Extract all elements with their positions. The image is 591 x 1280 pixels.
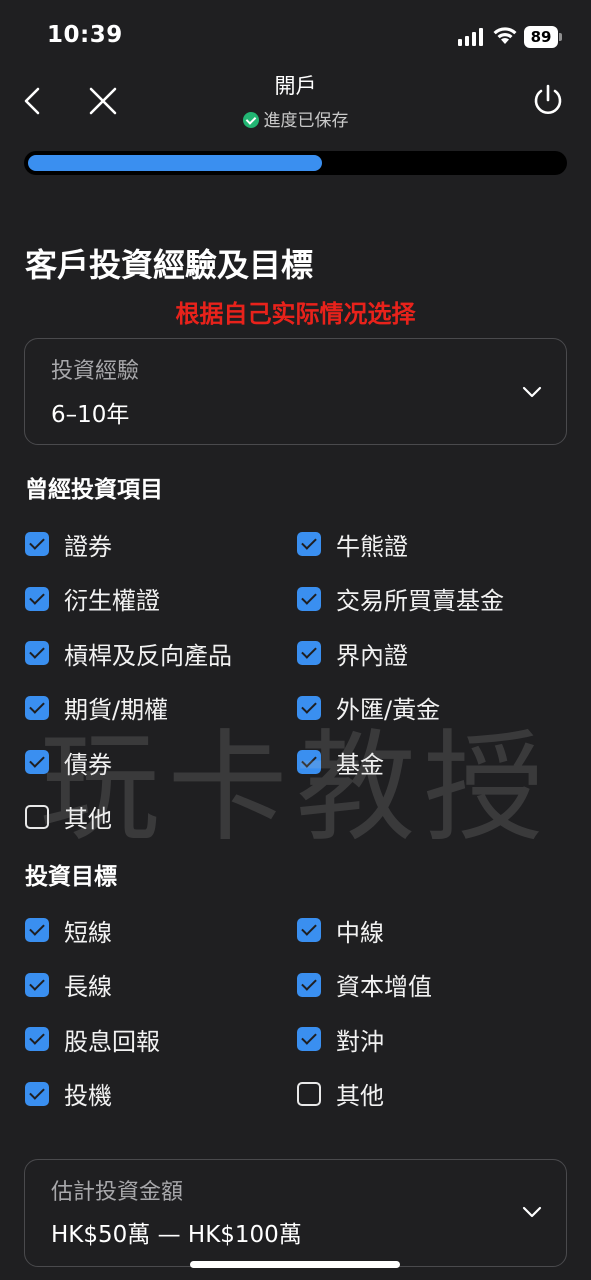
checkbox-option[interactable]: 其他 [25, 799, 112, 835]
checkbox-checked-icon[interactable] [25, 695, 49, 720]
checkbox-checked-icon[interactable] [25, 641, 49, 665]
checkbox-option[interactable]: 股息回報 [25, 1021, 160, 1057]
checkbox-option[interactable]: 長線 [25, 967, 112, 1003]
checkbox-option[interactable]: 槓桿及反向產品 [25, 635, 232, 671]
checkbox-label: 投機 [64, 1082, 112, 1110]
checkbox-option[interactable]: 證券 [25, 526, 112, 562]
page-title: 客戶投資經驗及目標 [25, 246, 314, 284]
checkbox-checked-icon[interactable] [297, 532, 321, 556]
checkbox-option[interactable]: 短線 [25, 912, 112, 948]
checkbox-option[interactable]: 投機 [25, 1076, 112, 1112]
checkbox-empty-icon[interactable] [297, 1081, 321, 1106]
checkbox-label: 短線 [64, 918, 112, 947]
checkbox-label: 長線 [64, 973, 112, 1001]
checkbox-label: 對沖 [336, 1027, 384, 1056]
checkbox-option[interactable]: 其他 [297, 1076, 384, 1112]
status-bar: 10:39 89 [0, 0, 591, 70]
battery-level: 89 [524, 26, 558, 48]
amount-select-value: HK$50萬 — HK$100萬 [51, 1222, 302, 1248]
checkbox-checked-icon[interactable] [297, 586, 321, 611]
checkbox-label: 證券 [64, 532, 112, 561]
checkbox-label: 資本增值 [336, 973, 432, 1001]
checkbox-label: 牛熊證 [336, 532, 408, 561]
checkbox-option[interactable]: 期貨/期權 [25, 690, 168, 726]
checkbox-checked-icon[interactable] [25, 750, 49, 774]
check-circle-icon [242, 112, 259, 128]
checkbox-label: 交易所買賣基金 [336, 587, 504, 615]
cellular-signal-icon [458, 28, 483, 46]
checkbox-label: 其他 [336, 1082, 384, 1110]
home-indicator[interactable] [190, 1261, 400, 1268]
checkbox-checked-icon[interactable] [25, 972, 49, 997]
checkbox-option[interactable]: 中線 [297, 912, 384, 948]
checkbox-label: 界內證 [336, 641, 408, 670]
checkbox-option[interactable]: 牛熊證 [297, 526, 408, 562]
checkbox-checked-icon[interactable] [297, 972, 321, 997]
checkbox-checked-icon[interactable] [25, 586, 49, 611]
products-group-title: 曾經投資項目 [25, 477, 163, 503]
checkbox-checked-icon[interactable] [297, 695, 321, 720]
experience-select-value: 6–10年 [51, 402, 130, 428]
progress-fill [28, 155, 322, 171]
overlay-note: 根据自己实际情况选择 [175, 300, 416, 328]
wifi-icon [493, 27, 517, 44]
amount-select[interactable]: 估計投資金額 HK$50萬 — HK$100萬 [24, 1159, 567, 1267]
checkbox-label: 期貨/期權 [64, 696, 169, 724]
progress-bar [24, 151, 567, 175]
experience-select[interactable]: 投資經驗 6–10年 [24, 338, 567, 445]
nav-title: 開戶 [274, 74, 317, 98]
checkbox-label: 股息回報 [64, 1027, 160, 1056]
battery-tip [559, 33, 562, 41]
checkbox-label: 槓桿及反向產品 [64, 641, 232, 670]
amount-select-label: 估計投資金額 [51, 1180, 184, 1205]
checkbox-option[interactable]: 衍生權證 [25, 581, 160, 617]
experience-select-label: 投資經驗 [51, 359, 140, 384]
checkbox-option[interactable]: 外匯/黃金 [297, 690, 440, 726]
chevron-down-icon [522, 386, 542, 398]
checkbox-option[interactable]: 對沖 [297, 1021, 384, 1057]
checkbox-option[interactable]: 交易所買賣基金 [297, 581, 504, 617]
checkbox-checked-icon[interactable] [25, 1027, 49, 1051]
checkbox-label: 其他 [64, 805, 112, 833]
checkbox-checked-icon[interactable] [297, 750, 321, 774]
objectives-group-title: 投資目標 [25, 864, 117, 890]
checkbox-checked-icon[interactable] [25, 532, 49, 556]
checkbox-label: 衍生權證 [64, 587, 160, 615]
saved-status: 進度已保存 [0, 106, 591, 131]
checkbox-label: 中線 [336, 918, 384, 947]
checkbox-label: 基金 [336, 750, 384, 779]
checkbox-checked-icon[interactable] [25, 918, 49, 942]
checkbox-empty-icon[interactable] [25, 804, 49, 829]
battery-icon: 89 [524, 26, 562, 48]
checkbox-option[interactable]: 基金 [297, 744, 384, 780]
checkbox-option[interactable]: 債券 [25, 744, 112, 780]
checkbox-option[interactable]: 界內證 [297, 635, 408, 671]
checkbox-checked-icon[interactable] [297, 1027, 321, 1051]
status-time: 10:39 [47, 22, 123, 48]
checkbox-label: 外匯/黃金 [336, 696, 441, 724]
checkbox-checked-icon[interactable] [25, 1081, 49, 1106]
chevron-down-icon [522, 1206, 542, 1218]
power-icon[interactable] [531, 83, 565, 117]
checkbox-checked-icon[interactable] [297, 918, 321, 942]
saved-status-text: 進度已保存 [263, 111, 349, 131]
checkbox-option[interactable]: 資本增值 [297, 967, 432, 1003]
checkbox-checked-icon[interactable] [297, 641, 321, 665]
checkbox-label: 債券 [64, 750, 112, 779]
